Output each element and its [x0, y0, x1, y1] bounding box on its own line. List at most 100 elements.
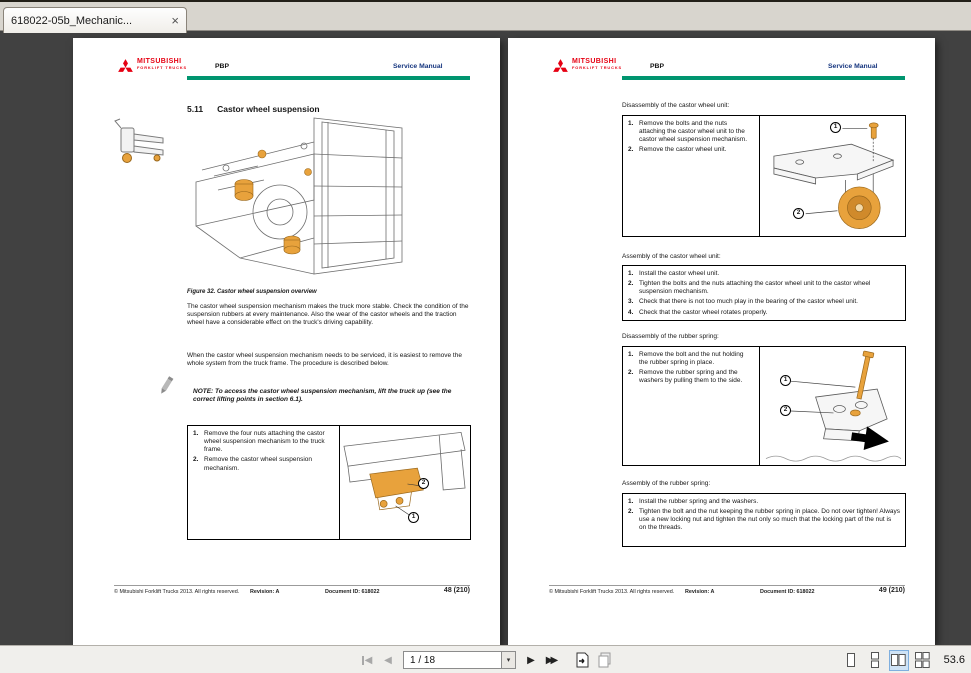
header-doctype-label: Service Manual — [393, 63, 443, 71]
viewer-bottom-toolbar: ◀ ◀ ▾ ▶ ▶▶ — [0, 645, 971, 673]
mitsubishi-logo: MITSUBISHI FORKLIFT TRUCKS — [552, 58, 622, 73]
step: Install the castor wheel unit. — [628, 270, 900, 278]
procedure-label: Assembly of the castor wheel unit: — [622, 253, 721, 261]
footer-copyright: © Mitsubishi Forklift Trucks 2013. All r… — [549, 589, 674, 596]
assembly-spring-table: Install the rubber spring and the washer… — [622, 493, 906, 547]
steps-list: Install the rubber spring and the washer… — [628, 498, 900, 533]
header-doctype-label: Service Manual — [828, 63, 878, 71]
page-number-box: ▾ — [403, 651, 516, 669]
page-with-arrow-button[interactable] — [572, 650, 592, 670]
header-model-label: PBP — [650, 63, 664, 71]
last-page-button[interactable]: ▶▶ — [543, 649, 561, 671]
step: Remove the bolts and the nuts attaching … — [628, 120, 754, 144]
suspension-removal-illustration — [340, 426, 470, 539]
step: Remove the castor wheel suspension mecha… — [193, 456, 334, 472]
two-page-continuous-view-button[interactable] — [913, 650, 933, 671]
step: Remove the rubber spring and the washers… — [628, 369, 754, 385]
footer-page-number: 48 (210) — [444, 587, 470, 596]
disassembly-unit-table: Remove the bolts and the nuts attaching … — [622, 115, 906, 237]
document-tab[interactable]: 618022-05b_Mechanic... × — [3, 7, 187, 33]
note-pencil-icon — [157, 375, 175, 397]
callout-2: 2 — [793, 208, 804, 219]
step: Check that there is not too much play in… — [628, 298, 900, 306]
logo-text: MITSUBISHI FORKLIFT TRUCKS — [137, 58, 187, 70]
header-model-label: PBP — [215, 63, 229, 71]
steps-list: Install the castor wheel unit. Tighten t… — [628, 270, 900, 317]
pallet-truck-thumbnail-illustration — [111, 118, 169, 176]
mitsubishi-diamonds-icon — [117, 58, 134, 73]
triangle-left-icon: ◀ — [384, 655, 392, 666]
note-text: NOTE: To access the castor wheel suspens… — [193, 388, 471, 404]
header-green-rule — [187, 76, 470, 80]
two-page-continuous-view-icon — [915, 652, 930, 668]
footer-page-number: 49 (210) — [879, 587, 905, 596]
first-page-bar-icon — [362, 656, 364, 665]
page-number-input[interactable] — [404, 652, 501, 668]
footer-rule — [549, 585, 905, 586]
logo-text: MITSUBISHI FORKLIFT TRUCKS — [572, 58, 622, 70]
procedure-steps-cell: Remove the four nuts attaching the casto… — [188, 426, 339, 539]
continuous-view-button[interactable] — [865, 650, 885, 671]
zoom-level-label: 53.6 — [944, 654, 965, 666]
triangle-right-icon: ▶ — [527, 655, 535, 666]
disassembly-spring-table: Remove the bolt and the nut holding the … — [622, 346, 906, 466]
body-paragraph: The castor wheel suspension mechanism ma… — [187, 303, 472, 327]
procedure-figure-cell: 2 1 — [339, 426, 470, 539]
two-page-view-icon — [891, 652, 906, 668]
step: Check that the castor wheel rotates prop… — [628, 309, 900, 317]
continuous-view-icon — [868, 652, 882, 668]
body-paragraph: When the castor wheel suspension mechani… — [187, 352, 472, 368]
footer-rule — [114, 585, 470, 586]
step: Install the rubber spring and the washer… — [628, 498, 900, 506]
procedure-label: Assembly of the rubber spring: — [622, 480, 710, 488]
page-layout-cluster: 53.6 — [841, 646, 965, 673]
procedure-steps-cell: Remove the bolt and the nut holding the … — [623, 347, 759, 465]
procedure-figure-cell: 1 2 — [759, 347, 905, 465]
procedure-label: Disassembly of the rubber spring: — [622, 333, 719, 341]
logo-brand-name: MITSUBISHI — [137, 58, 187, 65]
chevron-down-icon: ▾ — [507, 657, 511, 664]
procedure-steps-cell: Remove the bolts and the nuts attaching … — [623, 116, 759, 236]
callout-2: 2 — [418, 478, 429, 489]
header-green-rule — [622, 76, 905, 80]
overlapping-pages-button[interactable] — [595, 650, 615, 670]
footer-revision: Revision: A — [685, 589, 714, 596]
footer-document-id: Document ID: 618022 — [760, 589, 815, 596]
logo-brand-subname: FORKLIFT TRUCKS — [572, 66, 622, 70]
document-tab-bar: 618022-05b_Mechanic... × — [0, 0, 971, 31]
callout-1: 1 — [780, 375, 791, 386]
double-triangle-right-icon: ▶▶ — [546, 655, 558, 666]
steps-list: Remove the bolt and the nut holding the … — [628, 351, 754, 386]
step: Remove the bolt and the nut holding the … — [628, 351, 754, 367]
single-page-view-button[interactable] — [841, 650, 861, 671]
procedure-steps-cell: Install the castor wheel unit. Tighten t… — [623, 266, 905, 320]
mitsubishi-diamonds-icon — [552, 58, 569, 73]
procedure-figure-cell: 1 2 — [759, 116, 905, 236]
previous-page-button[interactable]: ◀ — [379, 649, 397, 671]
logo-brand-subname: FORKLIFT TRUCKS — [137, 66, 187, 70]
page-dropdown-button[interactable]: ▾ — [501, 652, 515, 668]
tab-close-icon[interactable]: × — [171, 14, 179, 27]
castor-suspension-overview-illustration — [188, 112, 433, 284]
pdf-viewer-window: 618022-05b_Mechanic... × MITSUBISHI FORK… — [0, 0, 971, 673]
document-tab-title: 618022-05b_Mechanic... — [11, 15, 165, 27]
procedure-steps-cell: Install the rubber spring and the washer… — [623, 494, 905, 546]
steps-list: Remove the four nuts attaching the casto… — [193, 430, 334, 473]
removal-procedure-table: Remove the four nuts attaching the casto… — [187, 425, 471, 540]
callout-1: 1 — [830, 122, 841, 133]
castor-wheel-unit-illustration — [760, 116, 905, 236]
step: Remove the castor wheel unit. — [628, 146, 754, 154]
logo-brand-name: MITSUBISHI — [572, 58, 622, 65]
triangle-left-icon: ◀ — [365, 655, 373, 666]
single-page-view-icon — [844, 652, 858, 668]
first-page-button[interactable]: ◀ — [358, 649, 376, 671]
page-navigation-cluster: ◀ ◀ ▾ ▶ ▶▶ — [358, 646, 615, 673]
two-page-view-button[interactable] — [889, 650, 909, 671]
footer-document-id: Document ID: 618022 — [325, 589, 380, 596]
callout-2: 2 — [780, 405, 791, 416]
footer-copyright: © Mitsubishi Forklift Trucks 2013. All r… — [114, 589, 239, 596]
procedure-label: Disassembly of the castor wheel unit: — [622, 102, 729, 110]
page-with-arrow-icon — [575, 652, 590, 668]
next-page-button[interactable]: ▶ — [522, 649, 540, 671]
step: Remove the four nuts attaching the casto… — [193, 430, 334, 454]
